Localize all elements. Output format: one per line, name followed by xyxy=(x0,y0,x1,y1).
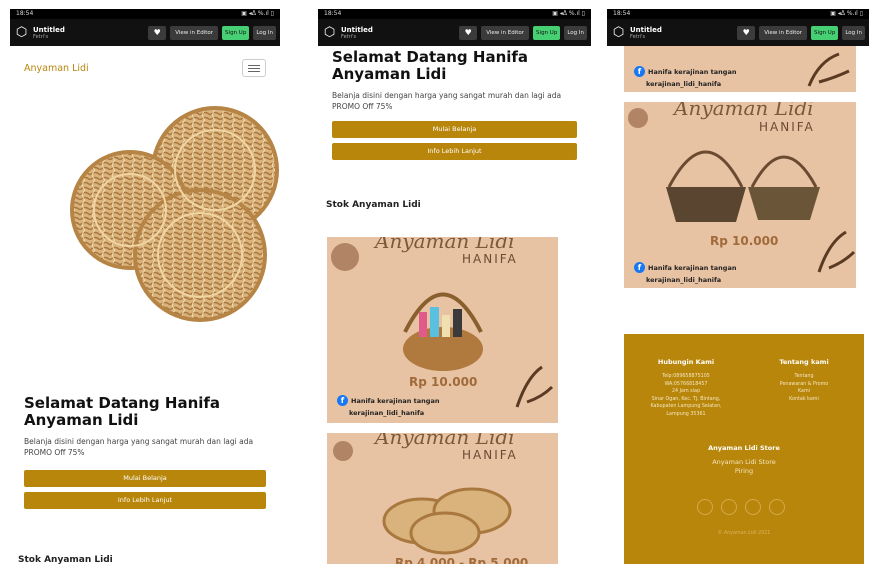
hero-image xyxy=(10,90,280,380)
heart-button[interactable]: ♥ xyxy=(148,25,167,40)
product-card[interactable]: Anyaman Lidi HANIFA Rp 10.000 f Hanifa k… xyxy=(624,102,856,288)
social-facebook-icon[interactable] xyxy=(697,499,713,515)
promo-description: Belanja disini dengan harga yang sangat … xyxy=(24,437,254,457)
mulai-belanja-button[interactable]: Mulai Belanja xyxy=(332,121,577,138)
contact-line: Sinar Ogan, Kec. Tj. Bintang, xyxy=(651,396,721,402)
codepen-logo-icon[interactable]: ⬡ xyxy=(14,25,29,40)
instagram-handle[interactable]: kerajinan_lidi_hanifa xyxy=(646,80,721,88)
pen-author[interactable]: Fetri's xyxy=(341,34,455,40)
view-in-editor-button[interactable]: View in Editor xyxy=(481,25,530,40)
woven-plates-icon xyxy=(333,441,512,555)
codepen-appbar: ⬡ Untitled Fetri's ♥ View in Editor Sign… xyxy=(318,19,591,46)
contact-line: 24 Jam siap xyxy=(672,389,700,394)
phone-screen-footer: 18:54 ▣ ◂ᐃ %.ıl ▯ ⬡ Untitled Fetri's ♥ V… xyxy=(607,9,869,564)
view-in-editor-button[interactable]: View in Editor xyxy=(759,25,808,40)
screenshot-collage: 18:54 ▣ ◂ᐃ %.ıl ▯ ⬡ Untitled Fetri's ♥ V… xyxy=(0,0,869,564)
two-baskets-icon xyxy=(628,108,856,273)
status-icons: ▣ ◂ᐃ %.ıl ▯ xyxy=(552,10,585,17)
contact-line[interactable]: WA:05766818457 xyxy=(636,381,736,389)
product-card[interactable]: Anyaman Lidi HANIFA Rp 10.000 f Hanifa k… xyxy=(327,237,558,423)
product-price: Rp 10.000 xyxy=(710,234,779,248)
heart-icon: ♥ xyxy=(464,27,472,37)
status-time: 18:54 xyxy=(324,10,342,17)
sign-up-button[interactable]: Sign Up xyxy=(222,25,250,40)
log-in-button[interactable]: Log In xyxy=(842,25,865,40)
heart-button[interactable]: ♥ xyxy=(737,25,756,40)
facebook-icon: f xyxy=(337,395,348,406)
pen-author[interactable]: Fetri's xyxy=(33,34,144,40)
status-bar: 18:54 ▣ ◂ᐃ %.ıl ▯ xyxy=(607,9,869,19)
social-instagram-icon[interactable] xyxy=(721,499,737,515)
heart-icon: ♥ xyxy=(742,27,750,37)
status-time: 18:54 xyxy=(613,10,631,17)
pen-title: Untitled xyxy=(630,25,662,34)
product-card-partial[interactable]: f Hanifa kerajinan tangan kerajinan_lidi… xyxy=(624,46,856,92)
status-bar: 18:54 ▣ ◂ᐃ %.ıl ▯ xyxy=(10,9,280,19)
codepen-appbar: ⬡ Untitled Fetri's ♥ View in Editor Sign… xyxy=(607,19,869,46)
about-link[interactable]: Tentang xyxy=(764,373,844,381)
contact-column: Hubungin Kami Telp:089658875105 WA:05766… xyxy=(636,358,736,418)
store-title: Anyaman Lidi Store xyxy=(708,444,780,452)
facebook-link[interactable]: f Hanifa kerajinan tangan xyxy=(634,66,736,77)
welcome-heading: Selamat Datang Hanifa Anyaman Lidi xyxy=(332,48,529,83)
menu-toggle-button[interactable] xyxy=(242,59,266,77)
pen-title: Untitled xyxy=(33,25,65,34)
site-footer: Hubungin Kami Telp:089658875105 WA:05766… xyxy=(624,334,864,564)
codepen-logo-icon[interactable]: ⬡ xyxy=(611,25,626,40)
product-price: Rp 4.000 - Rp 5.000 xyxy=(395,556,529,564)
contact-line: Lampung 35361 xyxy=(666,411,706,417)
store-link[interactable]: Anyaman Lidi Store xyxy=(624,458,864,467)
woven-plates-icon xyxy=(70,106,279,322)
about-link[interactable]: Kami xyxy=(764,388,844,396)
instagram-handle[interactable]: kerajinan_lidi_hanifa xyxy=(646,276,721,284)
hamburger-icon xyxy=(248,64,260,66)
status-icons: ▣ ◂ᐃ %.ıl ▯ xyxy=(241,10,274,17)
mulai-belanja-button[interactable]: Mulai Belanja xyxy=(24,470,266,487)
status-time: 18:54 xyxy=(16,10,34,17)
facebook-link[interactable]: f Hanifa kerajinan tangan xyxy=(634,262,736,273)
status-bar: 18:54 ▣ ◂ᐃ %.ıl ▯ xyxy=(318,9,591,19)
info-lebih-lanjut-button[interactable]: Info Lebih Lanjut xyxy=(332,143,577,160)
pen-title: Untitled xyxy=(341,25,373,34)
about-title: Tentang kami xyxy=(779,358,829,366)
about-link[interactable]: Penawaran & Promo xyxy=(764,381,844,389)
log-in-button[interactable]: Log In xyxy=(253,25,276,40)
product-price: Rp 10.000 xyxy=(409,375,478,389)
social-youtube-icon[interactable] xyxy=(769,499,785,515)
view-in-editor-button[interactable]: View in Editor xyxy=(170,25,219,40)
heart-icon: ♥ xyxy=(153,27,161,37)
store-section: Anyaman Lidi Store Anyaman Lidi Store Pi… xyxy=(624,444,864,476)
social-twitter-icon[interactable] xyxy=(745,499,761,515)
sign-up-button[interactable]: Sign Up xyxy=(811,25,839,40)
product-card[interactable]: Anyaman Lidi HANIFA Rp 4.000 - Rp 5.000 xyxy=(327,433,558,564)
contact-line[interactable]: Telp:089658875105 xyxy=(636,373,736,381)
codepen-appbar: ⬡ Untitled Fetri's ♥ View in Editor Sign… xyxy=(10,19,280,46)
pen-author[interactable]: Fetri's xyxy=(630,34,733,40)
contact-title: Hubungin Kami xyxy=(657,358,715,366)
contact-line: Kabupaten Lampung Selatan, xyxy=(650,404,722,409)
phone-screen-home: 18:54 ▣ ◂ᐃ %.ıl ▯ ⬡ Untitled Fetri's ♥ V… xyxy=(10,9,280,564)
stock-section-title: Stok Anyaman Lidi xyxy=(326,200,421,210)
facebook-icon: f xyxy=(634,66,645,77)
info-lebih-lanjut-button[interactable]: Info Lebih Lanjut xyxy=(24,492,266,509)
site-navbar: Anyaman Lidi xyxy=(10,46,280,90)
log-in-button[interactable]: Log In xyxy=(564,25,587,40)
about-link[interactable]: Kontak kami xyxy=(764,396,844,404)
copyright-text: © Anyaman Lidi 2021 xyxy=(717,531,771,536)
facebook-link[interactable]: f Hanifa kerajinan tangan xyxy=(337,395,439,406)
promo-description: Belanja disini dengan harga yang sangat … xyxy=(332,91,562,111)
status-icons: ▣ ◂ᐃ %.ıl ▯ xyxy=(830,10,863,17)
codepen-logo-icon[interactable]: ⬡ xyxy=(322,25,337,40)
site-brand-link[interactable]: Anyaman Lidi xyxy=(24,63,89,74)
store-link[interactable]: Piring xyxy=(624,467,864,476)
heart-button[interactable]: ♥ xyxy=(459,25,478,40)
welcome-heading: Selamat Datang Hanifa Anyaman Lidi xyxy=(24,394,221,429)
about-column: Tentang kami Tentang Penawaran & Promo K… xyxy=(764,358,844,403)
phone-screen-products: 18:54 ▣ ◂ᐃ %.ıl ▯ ⬡ Untitled Fetri's ♥ V… xyxy=(318,9,591,564)
instagram-handle[interactable]: kerajinan_lidi_hanifa xyxy=(349,409,424,417)
facebook-icon: f xyxy=(634,262,645,273)
sign-up-button[interactable]: Sign Up xyxy=(533,25,561,40)
stock-section-title: Stok Anyaman Lidi xyxy=(18,555,113,564)
